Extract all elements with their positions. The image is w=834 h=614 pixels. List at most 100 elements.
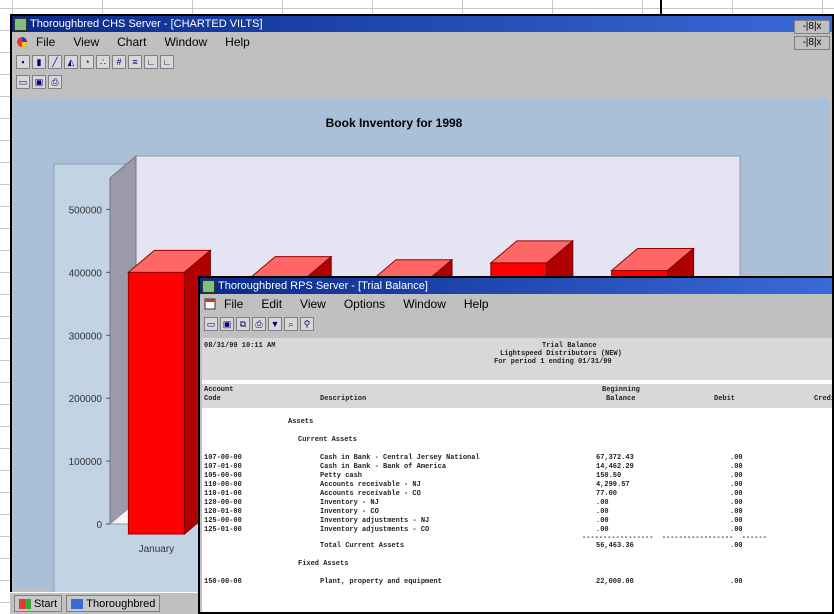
filter-icon[interactable]: ▼ bbox=[268, 317, 282, 331]
window-controls-top[interactable]: -|8|x bbox=[794, 20, 830, 34]
report-server-window[interactable]: Thoroughbred RPS Server - [Trial Balance… bbox=[198, 276, 834, 614]
menu-file[interactable]: File bbox=[224, 297, 243, 311]
open-icon[interactable]: ▭ bbox=[16, 75, 30, 89]
fixed-debit: .00 bbox=[730, 578, 743, 586]
menu-edit[interactable]: Edit bbox=[261, 297, 282, 311]
debit-amount: .00 bbox=[730, 499, 743, 507]
y-tick-label: 200000 bbox=[69, 394, 103, 405]
debit-amount: .00 bbox=[730, 472, 743, 480]
beginning-balance: 77.00 bbox=[596, 490, 618, 498]
menu-options[interactable]: Options bbox=[344, 297, 385, 311]
menu-window[interactable]: Window bbox=[403, 297, 446, 311]
document-icon[interactable] bbox=[204, 298, 216, 310]
task-button-thoroughbred[interactable]: Thoroughbred bbox=[66, 595, 161, 612]
account-description: Petty cash bbox=[320, 472, 363, 480]
bar-icon[interactable]: ▮ bbox=[32, 55, 46, 69]
account-description: Cash in Bank - Central Jersey National bbox=[320, 454, 480, 462]
account-code: 110-01-00 bbox=[204, 490, 242, 498]
section-assets: Assets bbox=[288, 418, 314, 426]
account-description: Cash in Bank - Bank of America bbox=[320, 463, 447, 471]
account-code: 125-01-00 bbox=[204, 526, 242, 534]
chart-window-titlebar[interactable]: Thoroughbred CHS Server - [CHARTED VILTS… bbox=[12, 16, 832, 32]
section-current-assets: Current Assets bbox=[298, 436, 357, 444]
total-current-balance: 56,463.36 bbox=[596, 542, 634, 550]
account-description: Inventory - NJ bbox=[320, 499, 379, 507]
account-code: 125-00-00 bbox=[204, 517, 242, 525]
account-code: 107-01-00 bbox=[204, 463, 242, 471]
report-heading-2: Lightspeed Distributors (NEW) bbox=[500, 350, 622, 358]
start-label: Start bbox=[34, 597, 58, 610]
find-icon[interactable]: ⚲ bbox=[300, 317, 314, 331]
col-description: Description bbox=[320, 395, 367, 403]
account-code: 120-01-00 bbox=[204, 508, 242, 516]
beginning-balance: 150.50 bbox=[596, 472, 622, 480]
menu-window[interactable]: Window bbox=[164, 35, 207, 49]
fixed-code: 150-00-00 bbox=[204, 578, 242, 586]
account-description: Inventory - CO bbox=[320, 508, 379, 516]
report-date: 08/31/99 10:11 AM bbox=[204, 342, 276, 350]
account-code: 110-00-00 bbox=[204, 481, 242, 489]
report-page: 08/31/99 10:11 AM Trial Balance Lightspe… bbox=[202, 338, 832, 612]
zoom-icon[interactable]: ⌕ bbox=[284, 317, 298, 331]
axis-icon[interactable]: ∟ bbox=[144, 55, 158, 69]
copy-icon[interactable]: ⧉ bbox=[236, 317, 250, 331]
account-code: 105-00-00 bbox=[204, 472, 242, 480]
menu-help[interactable]: Help bbox=[464, 297, 489, 311]
chart-window-title: Thoroughbred CHS Server - [CHARTED VILTS… bbox=[30, 18, 263, 30]
axis2-icon[interactable]: ∟ bbox=[160, 55, 174, 69]
total-current-label: Total Current Assets bbox=[320, 542, 405, 550]
col-account-1: Account bbox=[204, 386, 234, 394]
area-icon[interactable]: ◭ bbox=[64, 55, 78, 69]
account-description: Accounts receivable - NJ bbox=[320, 481, 421, 489]
debit-amount: .00 bbox=[730, 508, 743, 516]
col-beginning-2: Balance bbox=[606, 395, 636, 403]
column-header-band bbox=[202, 384, 832, 408]
report-heading-3: For period 1 ending 01/31/99 bbox=[494, 358, 612, 366]
scatter-icon[interactable]: ∴ bbox=[96, 55, 110, 69]
printer-icon[interactable]: ⎙ bbox=[252, 317, 266, 331]
window-controls[interactable]: -|8|x -|8|x bbox=[794, 20, 830, 50]
x-tick-label: January bbox=[139, 544, 175, 555]
debit-amount: .00 bbox=[730, 517, 743, 525]
beginning-balance: 4,299.57 bbox=[596, 481, 630, 489]
menu-file[interactable]: File bbox=[36, 35, 55, 49]
account-code: 107-00-00 bbox=[204, 454, 242, 462]
menu-view[interactable]: View bbox=[300, 297, 326, 311]
debit-amount: .00 bbox=[730, 481, 743, 489]
pie-icon[interactable]: ◔ bbox=[80, 55, 94, 69]
horse-icon bbox=[71, 598, 84, 609]
account-description: Inventory adjustments - CO bbox=[320, 526, 430, 534]
total-current-debit: .00 bbox=[730, 542, 743, 550]
y-tick-label: 0 bbox=[96, 520, 102, 531]
menu-view[interactable]: View bbox=[73, 35, 99, 49]
task-label: Thoroughbred bbox=[86, 597, 156, 610]
printer-icon[interactable]: ⎙ bbox=[48, 75, 62, 89]
beginning-balance: 14,462.29 bbox=[596, 463, 634, 471]
account-description: Inventory adjustments - NJ bbox=[320, 517, 430, 525]
col-account-2: Code bbox=[204, 395, 221, 403]
save-icon[interactable]: ▣ bbox=[220, 317, 234, 331]
account-description: Accounts receivable - CO bbox=[320, 490, 421, 498]
save-icon[interactable]: ▣ bbox=[32, 75, 46, 89]
colorwheel-icon[interactable] bbox=[16, 36, 28, 48]
report-window-titlebar[interactable]: Thoroughbred RPS Server - [Trial Balance… bbox=[200, 278, 832, 294]
print-icon[interactable]: ▪ bbox=[16, 55, 30, 69]
menu-chart[interactable]: Chart bbox=[117, 35, 146, 49]
line-icon[interactable]: ╱ bbox=[48, 55, 62, 69]
window-controls-bottom[interactable]: -|8|x bbox=[794, 36, 830, 50]
menu-help[interactable]: Help bbox=[225, 35, 250, 49]
start-button[interactable]: Start bbox=[14, 595, 63, 612]
y-tick-label: 400000 bbox=[69, 268, 103, 279]
section-fixed-assets: Fixed Assets bbox=[298, 560, 349, 568]
col-beginning-1: Beginning bbox=[602, 386, 640, 394]
debit-amount: .00 bbox=[730, 490, 743, 498]
legend-icon[interactable]: ≡ bbox=[128, 55, 142, 69]
open-icon[interactable]: ▭ bbox=[204, 317, 218, 331]
app-icon bbox=[202, 279, 215, 293]
report-menubar: File Edit View Options Window Help bbox=[200, 294, 832, 314]
grid-icon[interactable]: # bbox=[112, 55, 126, 69]
y-tick-label: 500000 bbox=[69, 205, 103, 216]
report-window-title: Thoroughbred RPS Server - [Trial Balance… bbox=[218, 280, 428, 292]
fixed-balance: 22,000.00 bbox=[596, 578, 634, 586]
beginning-balance: .00 bbox=[596, 526, 609, 534]
